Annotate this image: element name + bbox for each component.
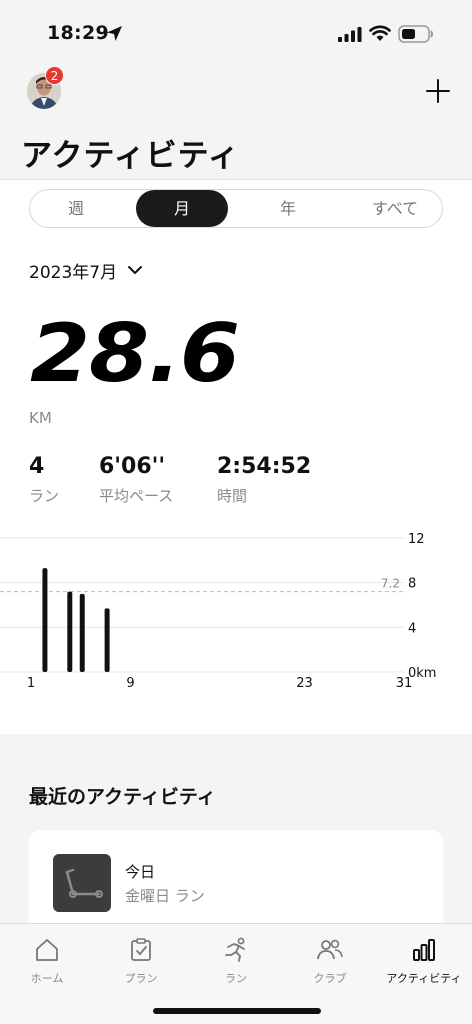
stat-avg-pace: 6'06'' 平均ペース <box>99 453 173 506</box>
header: 2 アクティビティ <box>0 66 472 180</box>
month-label: 2023年7月 <box>29 262 118 283</box>
treadmill-icon <box>53 854 111 912</box>
segment-year[interactable]: 年 <box>242 190 334 227</box>
status-time: 18:29 <box>47 22 109 44</box>
y-tick-label: 12 <box>408 532 425 547</box>
time-value: 2:54:52 <box>217 454 312 479</box>
avg-pace-label: 平均ペース <box>99 487 174 505</box>
activity-subtitle: 金曜日 ラン <box>125 887 205 905</box>
stat-runs: 4 ラン <box>29 453 59 506</box>
tab-activity[interactable]: アクティビティ <box>377 932 471 992</box>
distance-unit: KM <box>29 409 52 427</box>
activity-icon <box>413 939 435 961</box>
x-tick-label: 1 <box>27 676 35 691</box>
tab-run[interactable]: ラン <box>189 932 283 992</box>
status-bar: 18:29 <box>0 0 472 66</box>
chart-bar <box>104 608 110 672</box>
y-tick-label: 8 <box>408 577 416 592</box>
add-button[interactable] <box>425 78 451 104</box>
tab-plan-label: プラン <box>124 972 158 985</box>
tab-home[interactable]: ホーム <box>0 932 94 992</box>
wifi-icon <box>369 25 391 41</box>
segment-all[interactable]: すべて <box>348 190 442 227</box>
tab-run-label: ラン <box>225 972 247 985</box>
stat-time: 2:54:52 時間 <box>217 453 311 506</box>
battery-icon <box>398 25 433 43</box>
segment-week[interactable]: 週 <box>30 190 122 227</box>
home-indicator <box>153 1008 321 1014</box>
notification-badge: 2 <box>45 66 64 85</box>
tab-club[interactable]: クラブ <box>283 932 377 992</box>
run-icon <box>225 937 245 962</box>
tab-home-label: ホーム <box>30 972 64 985</box>
total-distance: 28.6 <box>30 307 240 400</box>
plan-icon <box>131 938 151 961</box>
chart-bar <box>79 593 85 672</box>
avg-pace-value: 6'06'' <box>99 454 166 479</box>
monthly-distance-chart: 12840km7.21 9 23 31 <box>0 532 436 691</box>
x-tick-label: 23 <box>296 676 313 691</box>
period-segmented-control: 週 月 年 すべて <box>29 189 443 228</box>
cellular-signal-icon <box>338 27 362 42</box>
month-selector[interactable]: 2023年7月 <box>29 258 143 283</box>
x-tick-label: 31 <box>396 676 413 691</box>
location-arrow-icon <box>107 26 122 41</box>
home-icon <box>36 939 58 961</box>
segment-month[interactable]: 月 <box>136 190 228 227</box>
page-title: アクティビティ <box>21 138 240 174</box>
activity-title: 今日 <box>125 863 156 881</box>
runs-value: 4 <box>29 454 45 479</box>
tab-club-label: クラブ <box>313 972 347 985</box>
chart-bar <box>42 568 48 672</box>
tab-activity-label: アクティビティ <box>386 972 462 985</box>
tab-plan[interactable]: プラン <box>94 932 188 992</box>
y-tick-label: 4 <box>408 621 416 636</box>
chevron-down-icon <box>128 266 143 274</box>
chart-bar <box>67 591 73 672</box>
recent-activities-title: 最近のアクティビティ <box>29 786 216 808</box>
time-label: 時間 <box>217 487 248 505</box>
x-tick-label: 9 <box>126 676 134 691</box>
runs-label: ラン <box>29 487 60 505</box>
club-icon <box>317 939 343 960</box>
average-label: 7.2 <box>381 577 400 591</box>
